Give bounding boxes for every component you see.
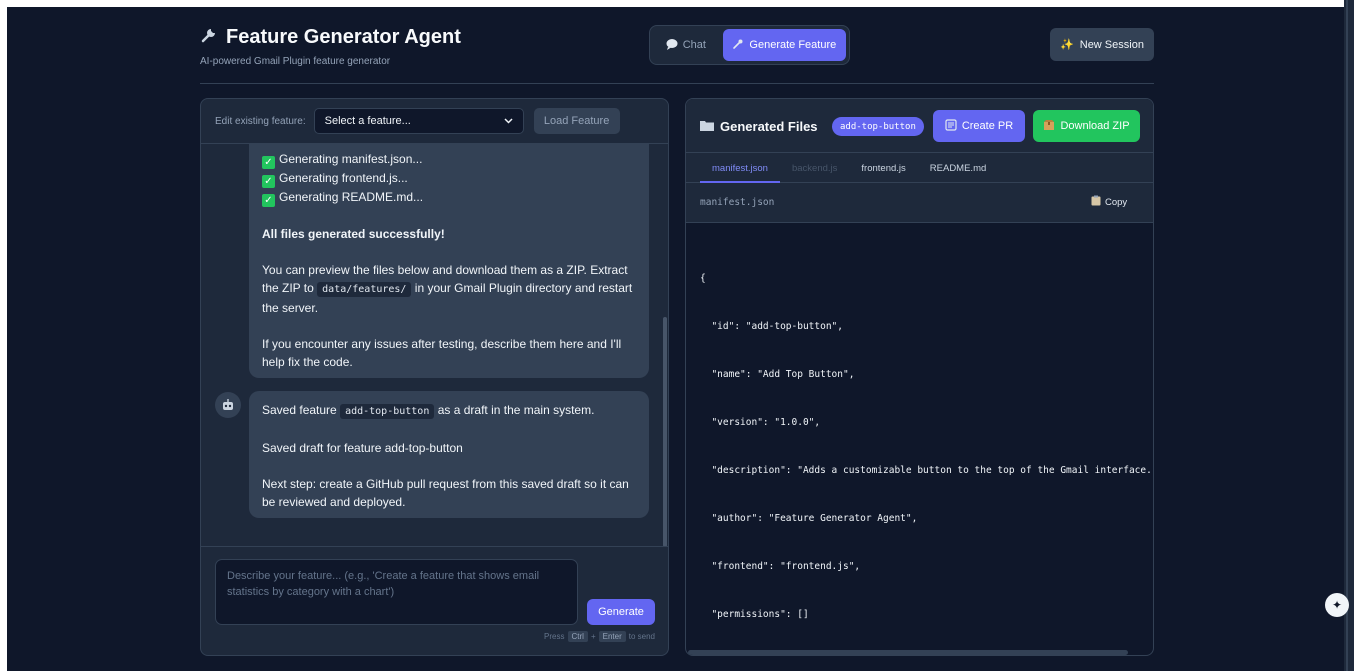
download-zip-button[interactable]: Download ZIP (1033, 110, 1140, 142)
feature-select[interactable]: Select a feature... (313, 108, 524, 134)
speech-bubble-icon (666, 38, 678, 53)
mode-switch: Chat Generate Feature (649, 25, 850, 65)
edit-feature-bar: Edit existing feature: Select a feature.… (201, 99, 668, 144)
header-divider (200, 83, 1154, 84)
wrench-icon (732, 38, 744, 53)
code-line: "id": "add-top-button", (700, 321, 843, 332)
tab-backend-js[interactable]: backend.js (780, 153, 849, 183)
copy-button[interactable]: Copy (1091, 195, 1127, 209)
new-session-label: New Session (1079, 38, 1144, 51)
window-frame-left (0, 0, 7, 671)
message-list: ✓ Generating manifest.json... ✓ Generating… (201, 144, 668, 546)
saved-feature-text: Saved feature add-top-button as a draft … (262, 403, 595, 419)
enter-key: Enter (598, 631, 626, 642)
checkmark-icon: ✓ (262, 175, 275, 188)
generated-files-panel: Generated Files add-top-button Create PR… (685, 98, 1154, 656)
inline-code: add-top-button (340, 404, 435, 419)
tab-frontend-js[interactable]: frontend.js (849, 153, 917, 183)
chat-mode-button[interactable]: Chat (653, 29, 719, 61)
code-view: { "id": "add-top-button", "name": "Add T… (700, 239, 1154, 656)
code-line: { (700, 273, 706, 284)
generate-mode-label: Generate Feature (749, 39, 837, 51)
generate-button[interactable]: Generate (587, 599, 655, 625)
file-toolbar: manifest.json Copy (686, 183, 1153, 223)
files-header: Generated Files add-top-button Create PR… (686, 99, 1153, 153)
tab-manifest-json[interactable]: manifest.json (700, 153, 780, 183)
progress-line: ✓ Generating frontend.js... (262, 169, 636, 188)
progress-line: ✓ Generating manifest.json... (262, 150, 636, 169)
preview-text: You can preview the files below and down… (262, 263, 633, 315)
assistant-message: Saved feature add-top-button as a draft … (249, 391, 649, 518)
feature-description-input[interactable]: Describe your feature... (e.g., 'Create … (215, 559, 578, 625)
window-scrollbar-line (1346, 0, 1348, 671)
create-pr-button[interactable]: Create PR (933, 110, 1025, 142)
progress-line: ✓ Generating README.md... (262, 188, 636, 207)
code-line: "description": "Adds a customizable butt… (700, 465, 1152, 476)
code-line: "author": "Feature Generator Agent", (700, 513, 918, 524)
feature-select-value: Select a feature... (324, 115, 411, 127)
checkmark-icon: ✓ (262, 156, 275, 169)
folder-icon (700, 119, 714, 134)
assistant-sparkle-icon[interactable]: ✦ (1325, 593, 1349, 617)
tab-readme-md[interactable]: README.md (918, 153, 998, 183)
window-frame-top (0, 0, 1354, 7)
chat-panel: Edit existing feature: Select a feature.… (200, 98, 669, 656)
issues-text: If you encounter any issues after testin… (262, 337, 622, 369)
package-icon (1043, 119, 1055, 134)
code-line: "name": "Add Top Button", (700, 369, 855, 380)
app-title-text: Feature Generator Agent (226, 25, 461, 48)
load-feature-button[interactable]: Load Feature (533, 108, 620, 134)
clipboard-icon (1091, 195, 1101, 209)
code-line: "frontend": "frontend.js", (700, 561, 861, 572)
app-subtitle: AI-powered Gmail Plugin feature generato… (200, 56, 391, 67)
chat-mode-label: Chat (682, 39, 706, 51)
checkmark-icon: ✓ (262, 194, 275, 207)
generate-mode-button[interactable]: Generate Feature (722, 29, 846, 61)
ctrl-key: Ctrl (567, 631, 588, 642)
keyboard-hint: Press Ctrl + Enter to send (544, 631, 655, 642)
pull-request-icon (945, 118, 957, 134)
app-title: Feature Generator Agent (200, 24, 461, 50)
saved-draft-text: Saved draft for feature add-top-button (262, 441, 463, 455)
code-line: } (700, 655, 1154, 656)
current-file-name: manifest.json (700, 197, 775, 208)
inline-code: data/features/ (317, 282, 412, 297)
wrench-icon (200, 24, 220, 50)
new-session-button[interactable]: ✨ New Session (1050, 28, 1154, 61)
code-line: "version": "1.0.0", (700, 417, 821, 428)
file-tabs: manifest.json backend.js frontend.js REA… (686, 153, 1153, 183)
code-horizontal-scrollbar[interactable] (688, 650, 1128, 655)
next-step-text: Next step: create a GitHub pull request … (262, 477, 629, 509)
code-line: "permissions": [] (700, 609, 809, 620)
assistant-message: ✓ Generating manifest.json... ✓ Generating… (249, 144, 649, 378)
success-text: All files generated successfully! (262, 227, 445, 241)
sparkles-icon: ✨ (1060, 39, 1074, 51)
chevron-down-icon (504, 115, 513, 127)
files-title: Generated Files (700, 119, 818, 134)
messages-scrollbar[interactable] (663, 317, 667, 547)
feature-badge: add-top-button (832, 117, 924, 136)
input-area: Describe your feature... (e.g., 'Create … (201, 546, 668, 655)
edit-feature-label: Edit existing feature: (215, 115, 306, 127)
robot-avatar-icon (215, 392, 241, 418)
